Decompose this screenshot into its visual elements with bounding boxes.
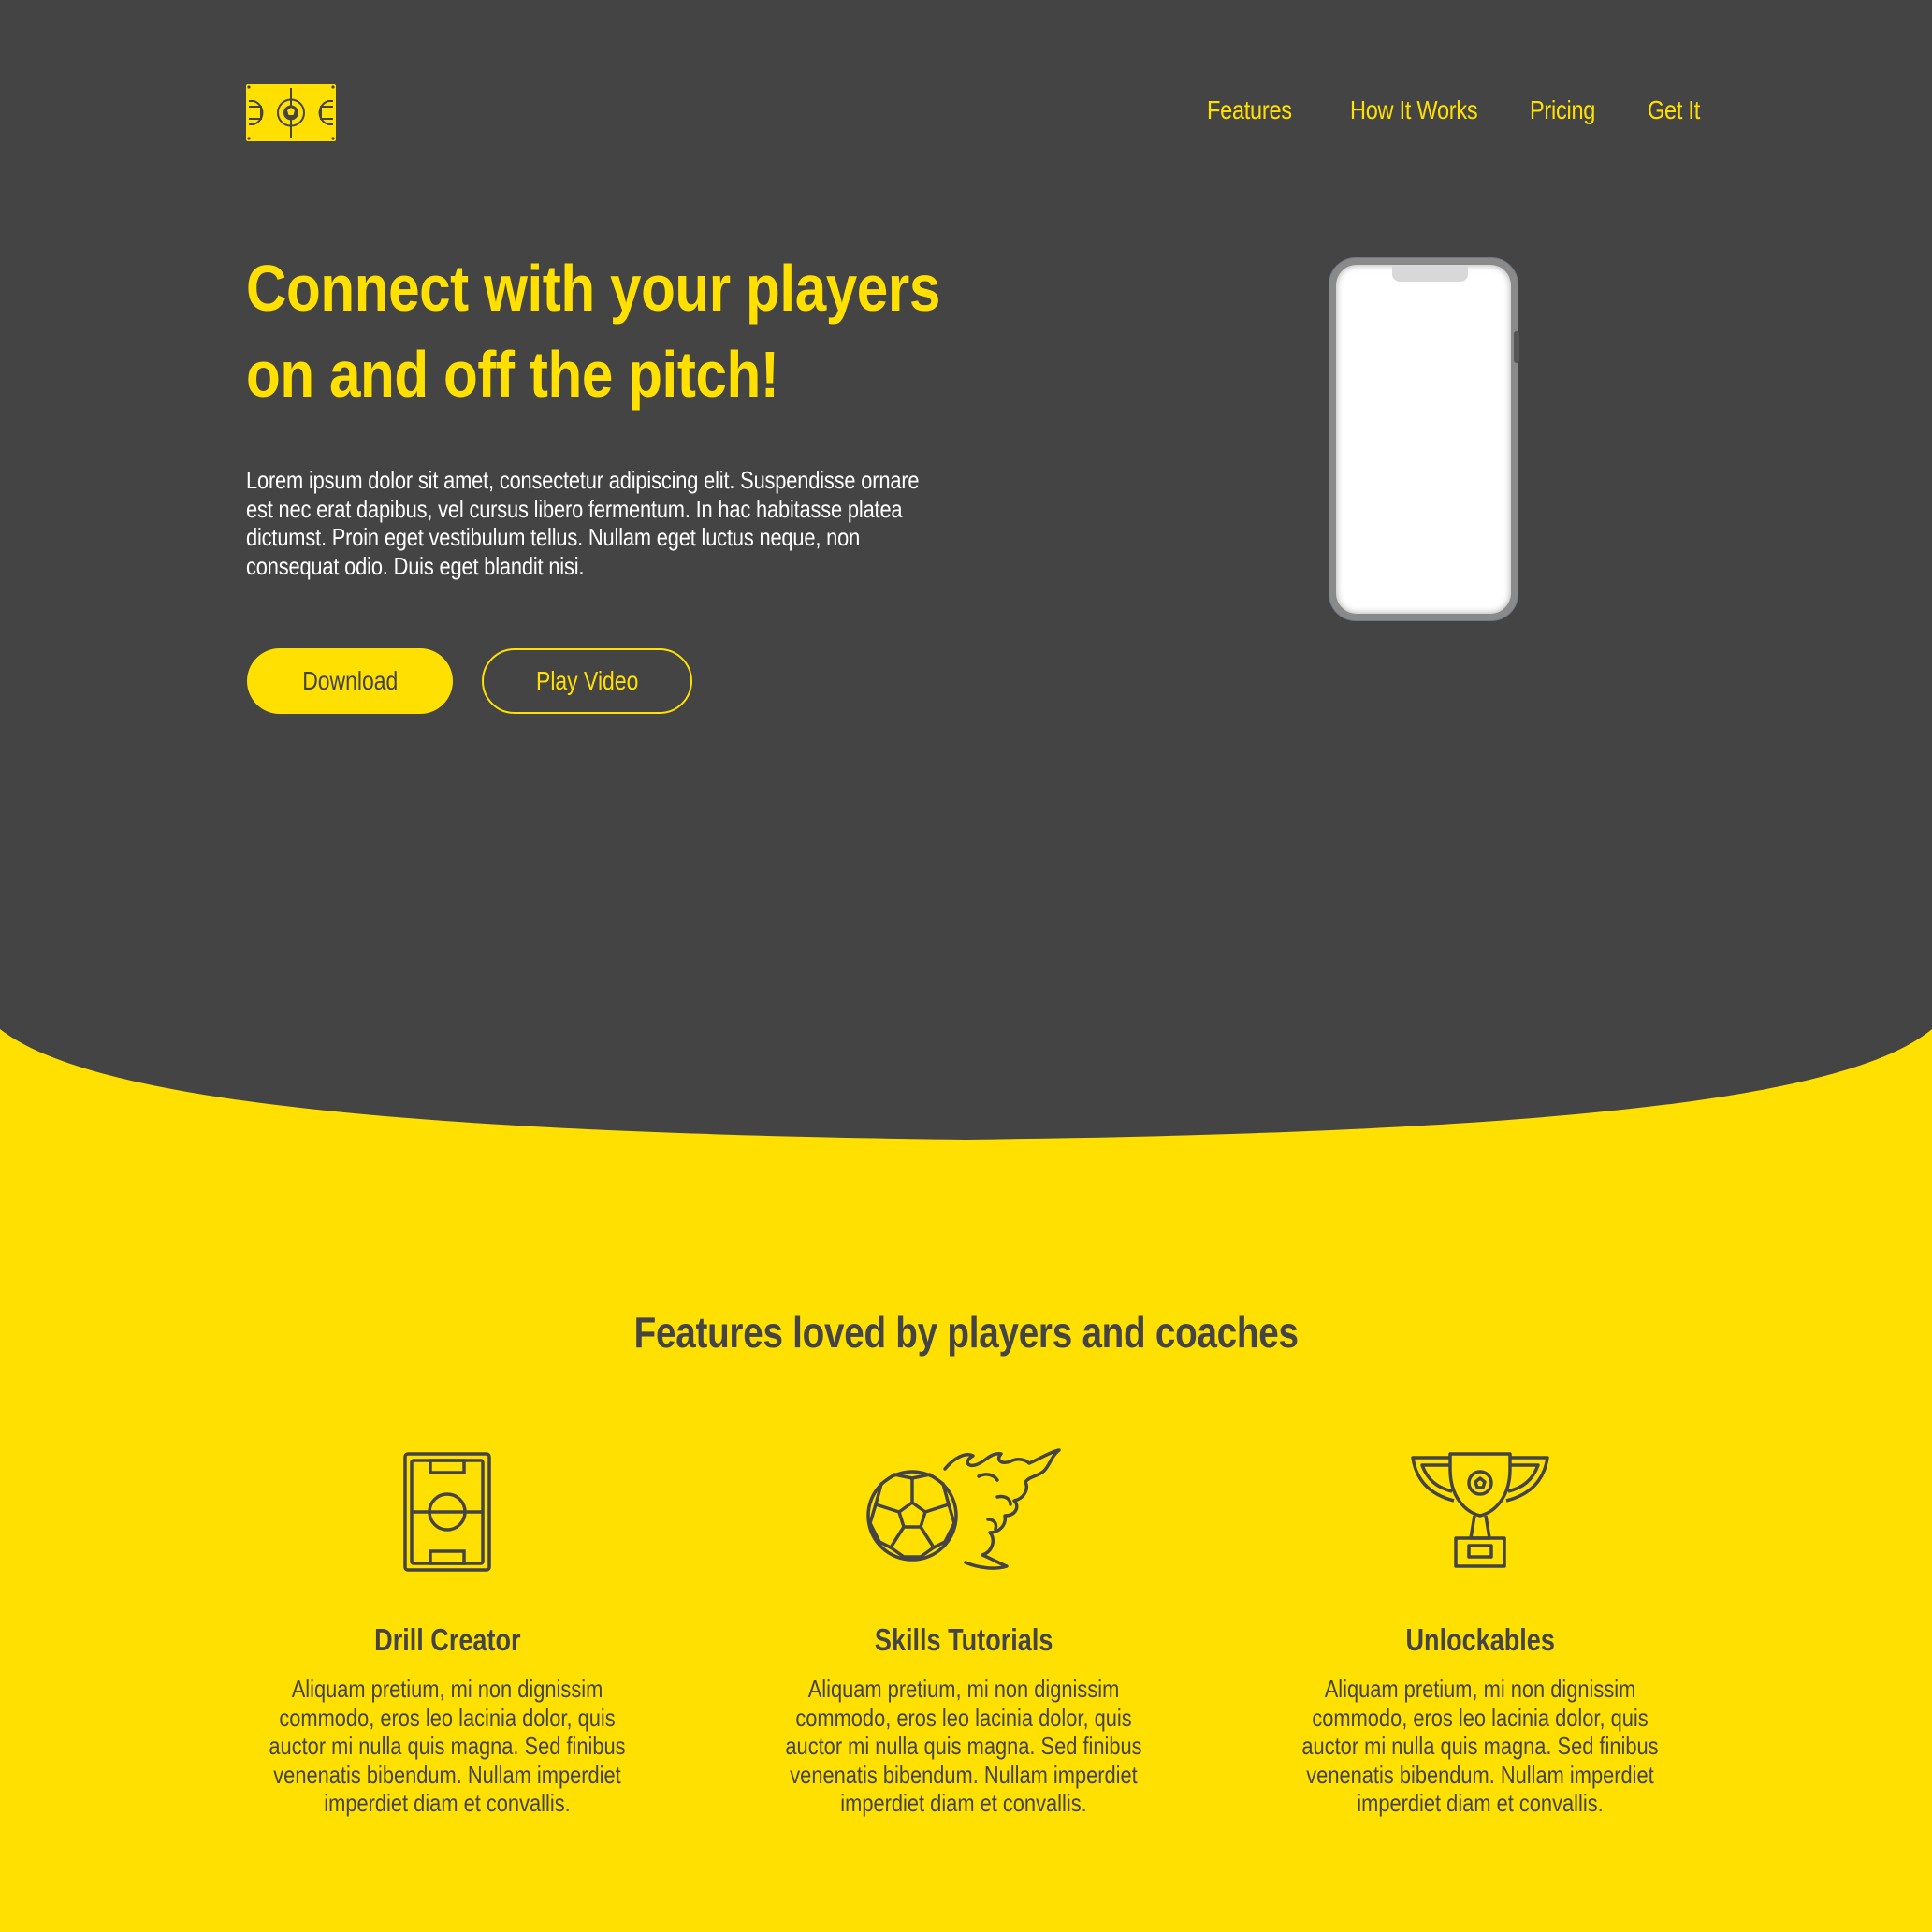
hero-section: Features How It Works Pricing Get It Con… [0, 0, 1932, 1141]
feature-title: Skills Tutorials [720, 1620, 1207, 1660]
flaming-football-icon [866, 1448, 1061, 1570]
feature-title: Unlockables [1237, 1620, 1723, 1660]
nav-links: Features How It Works Pricing Get It [1207, 95, 1710, 125]
play-video-button[interactable]: Play Video [482, 648, 692, 714]
hero-description: Lorem ipsum dolor sit amet, consectetur … [246, 466, 920, 580]
download-button[interactable]: Download [247, 648, 453, 714]
play-video-button-label: Play Video [535, 666, 639, 695]
feature-description: Aliquam pretium, mi non dignissim commod… [1284, 1675, 1677, 1818]
nav-link-get-it[interactable]: Get It [1648, 95, 1700, 125]
feature-description: Aliquam pretium, mi non dignissim commod… [251, 1675, 644, 1818]
nav-link-features[interactable]: Features [1207, 95, 1292, 125]
trophy-icon [1411, 1452, 1549, 1568]
nav-link-how-it-works[interactable]: How It Works [1350, 95, 1478, 125]
pitch-board-icon [403, 1452, 491, 1572]
top-navigation: Features How It Works Pricing Get It [0, 0, 1932, 225]
feature-description-text: Aliquam pretium, mi non dignissim commod… [1301, 1675, 1659, 1817]
smartphone-icon [1329, 258, 1519, 620]
feature-title: Drill Creator [204, 1620, 690, 1660]
feature-title-text: Drill Creator [373, 1622, 521, 1657]
feature-title-text: Unlockables [1405, 1622, 1555, 1657]
nav-link-pricing[interactable]: Pricing [1530, 95, 1595, 125]
download-button-label: Download [301, 666, 399, 695]
feature-description: Aliquam pretium, mi non dignissim commod… [767, 1675, 1160, 1818]
hero-title: Connect with your players on and off the… [246, 252, 940, 411]
phone-screen [1336, 265, 1511, 614]
feature-description-text: Aliquam pretium, mi non dignissim commod… [785, 1675, 1142, 1817]
phone-side-button [1514, 331, 1519, 363]
phone-notch [1392, 265, 1468, 282]
feature-title-text: Skills Tutorials [874, 1622, 1053, 1657]
features-heading: Features loved by players and coaches [0, 1306, 1932, 1358]
feature-description-text: Aliquam pretium, mi non dignissim commod… [269, 1675, 626, 1817]
football-pitch-icon [246, 84, 336, 141]
logo[interactable] [246, 84, 336, 141]
features-heading-text: Features loved by players and coaches [633, 1308, 1299, 1357]
